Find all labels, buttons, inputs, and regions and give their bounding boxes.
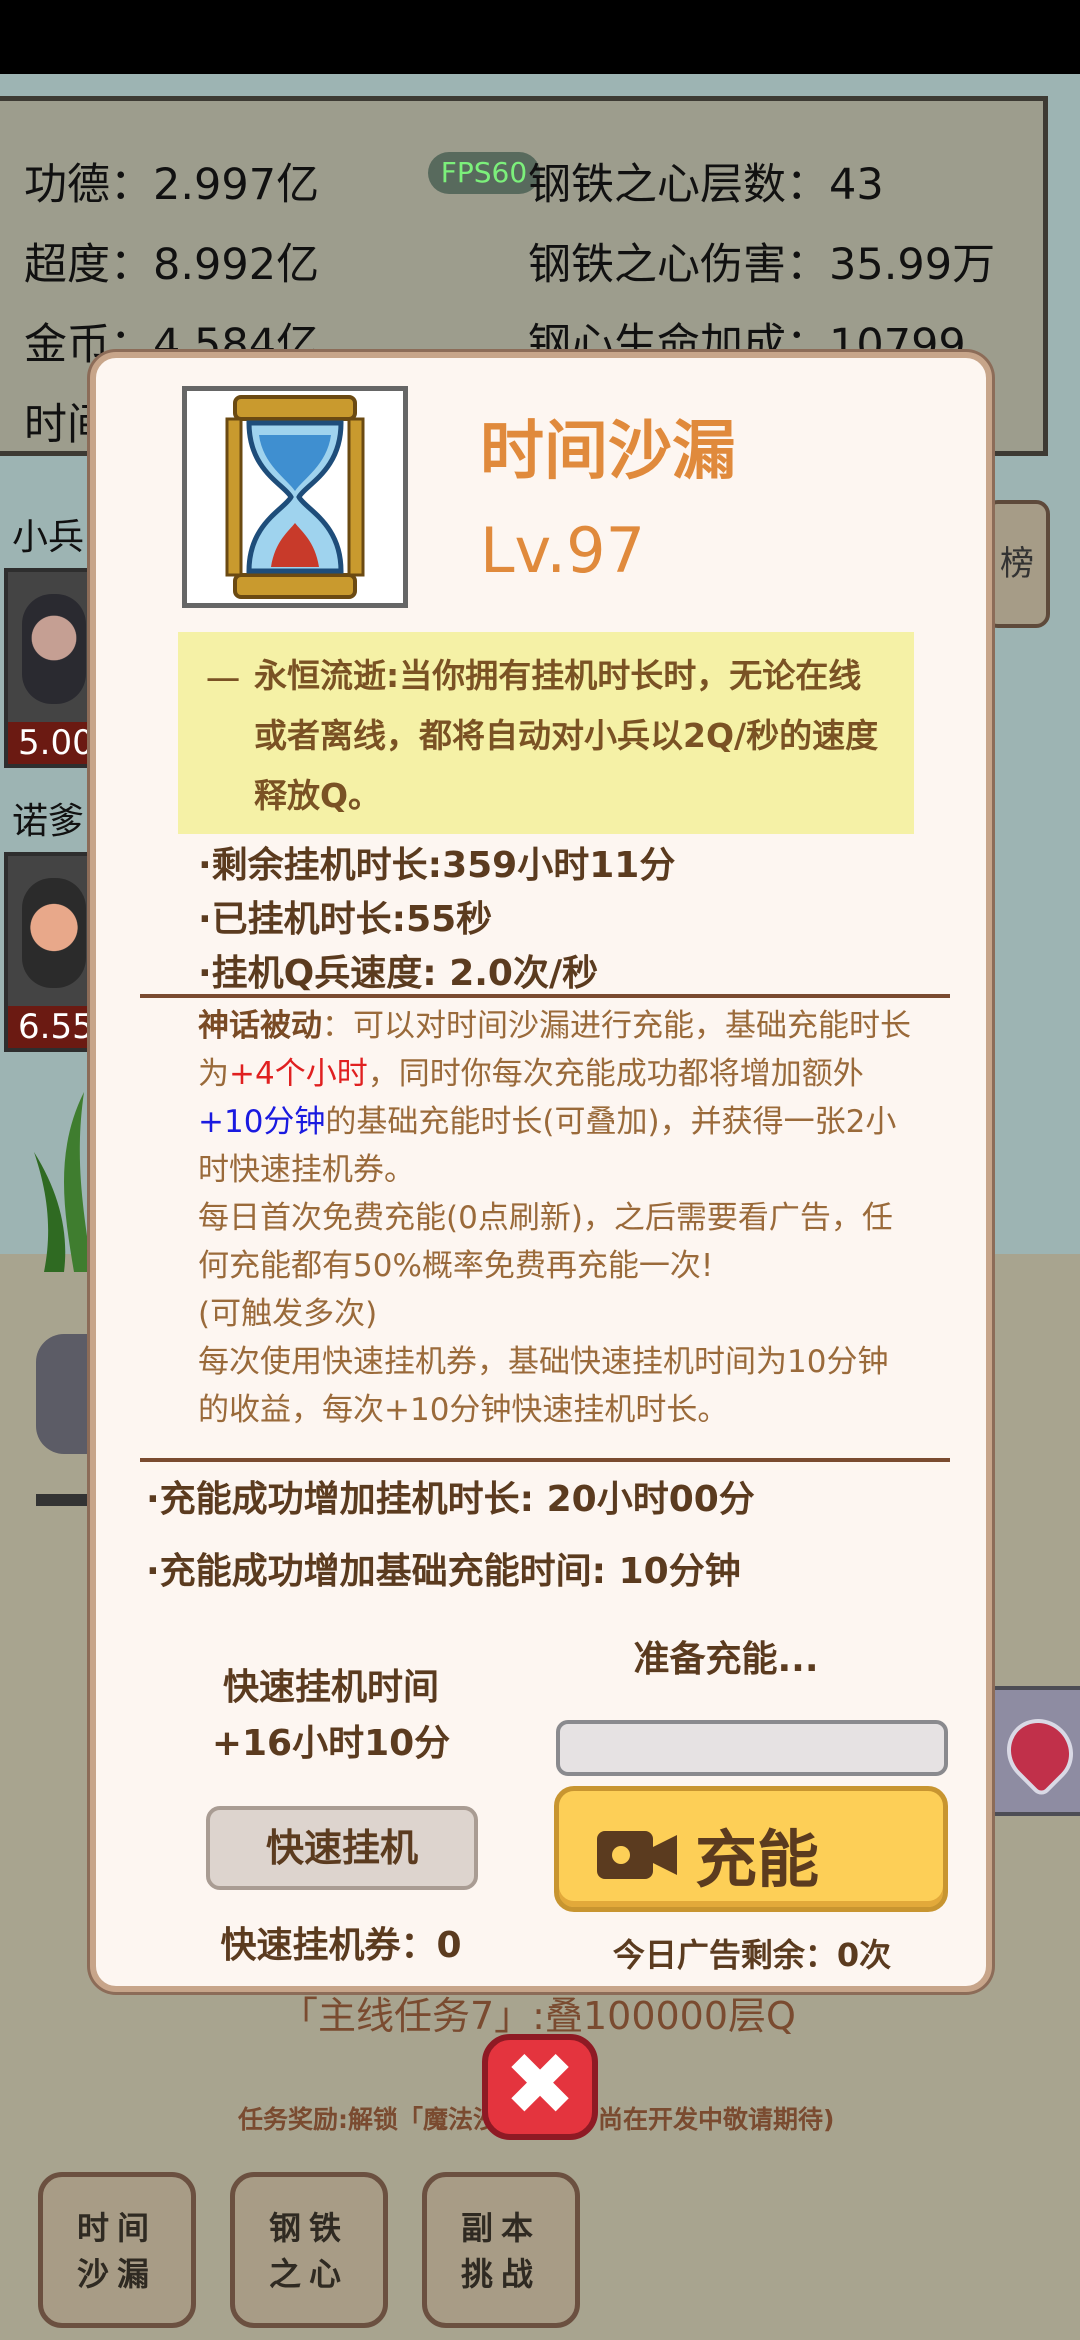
myth-passive-description: 神话被动：可以对时间沙漏进行充能，基础充能时长为+4个小时，同时你每次充能成功都…: [198, 1002, 918, 1434]
charge-status: 准备充能...: [633, 1639, 819, 1680]
nav-label: 之心: [268, 2255, 349, 2293]
desc-quick-ticket: 每次使用快速挂机券，基础快速挂机时间为10分钟的收益，每次+10分钟快速挂机时长…: [198, 1344, 889, 1428]
myth-passive-label: 神话被动: [198, 1008, 322, 1044]
charge-button[interactable]: 充能: [554, 1786, 948, 1912]
hourglass-icon: [182, 386, 408, 608]
skill-bullet: 一: [206, 662, 240, 702]
divider-top: [140, 994, 950, 998]
soldier-value: 5.00: [8, 722, 94, 764]
desc-daily-free: 每日首次免费充能(0点刷新)，之后需要看广告，任何充能都有50%概率免费再充能一…: [198, 1200, 893, 1284]
ads-remaining: 今日广告剩余：0次: [612, 1936, 892, 1974]
charge-button-label: 充能: [695, 1823, 820, 1896]
item-title: 时间沙漏: [480, 415, 736, 489]
nav-steel-heart-button[interactable]: 钢铁 之心: [230, 2172, 388, 2328]
divider-bottom: [140, 1458, 950, 1462]
charge-progress-bar: [556, 1720, 948, 1776]
rank-tab[interactable]: 榜: [984, 500, 1050, 628]
boss-value: 6.55: [8, 1006, 94, 1048]
charge-add-base: ·充能成功增加基础充能时间: 10分钟: [146, 1551, 741, 1592]
video-camera-icon: [597, 1831, 677, 1879]
heart-card[interactable]: [990, 1686, 1080, 1816]
nav-label: 时间: [76, 2209, 157, 2247]
nav-label: 副本: [460, 2209, 541, 2247]
grass-decoration: [34, 1092, 92, 1272]
hp-bar: [36, 1494, 92, 1506]
main-quest: 「主线任务7」:叠100000层Q: [280, 1994, 796, 2038]
soldier-avatar: [22, 594, 86, 704]
nav-hourglass-button[interactable]: 时间 沙漏: [38, 2172, 196, 2328]
soldier-label: 小兵: [12, 517, 85, 558]
nav-label: 钢铁: [268, 2209, 349, 2247]
item-level: Lv.97: [480, 514, 646, 587]
desc-text: ，同时你每次充能成功都将增加额外: [367, 1056, 864, 1092]
boss-avatar: [22, 878, 86, 988]
quick-idle-button[interactable]: 快速挂机: [206, 1806, 478, 1890]
remaining-time: ·剩余挂机时长:359小时11分: [198, 845, 676, 886]
status-bar: [0, 0, 1080, 74]
extra-charge-highlight: +10分钟: [198, 1104, 326, 1140]
quest-reward-text: 任务奖励:解锁「魔法沙: [238, 2105, 498, 2134]
steel-layers-stat: 钢铁之心层数：43: [528, 160, 884, 210]
nav-label: 沙漏: [76, 2255, 157, 2293]
close-button[interactable]: ✖: [482, 2034, 598, 2140]
quick-idle-info: 快速挂机时间 +16小时10分: [196, 1660, 466, 1772]
nav-dungeon-button[interactable]: 副本 挑战: [422, 2172, 580, 2328]
soldier-card[interactable]: 5.00: [4, 568, 94, 768]
skill-box: 一 永恒流逝:当你拥有挂机时长时，无论在线或者离线，都将自动对小兵以2Q/秒的速…: [178, 632, 914, 834]
skill-description: 永恒流逝:当你拥有挂机时长时，无论在线或者离线，都将自动对小兵以2Q/秒的速度释…: [254, 656, 879, 815]
hourglass-dialog: 时间沙漏 Lv.97 一 永恒流逝:当你拥有挂机时长时，无论在线或者离线，都将自…: [90, 352, 992, 1992]
elapsed-time: ·已挂机时长:55秒: [198, 899, 493, 940]
boss-label: 诺爹: [12, 801, 85, 842]
steel-damage-stat: 钢铁之心伤害：35.99万: [528, 240, 996, 290]
boss-card[interactable]: 6.55: [4, 852, 94, 1052]
q-speed: ·挂机Q兵速度: 2.0次/秒: [198, 953, 599, 994]
quick-ticket-count: 快速挂机券：0: [220, 1925, 462, 1966]
transcend-stat: 超度：8.992亿: [24, 240, 320, 290]
fps-counter: FPS60: [428, 152, 540, 194]
nav-label: 挑战: [460, 2255, 541, 2293]
base-charge-highlight: +4个小时: [229, 1056, 368, 1092]
charge-add-time: ·充能成功增加挂机时长: 20小时00分: [146, 1479, 755, 1520]
merit-stat: 功德：2.997亿: [24, 160, 320, 210]
knight-sprite: [36, 1334, 92, 1454]
desc-multi-trigger: (可触发多次): [198, 1296, 378, 1332]
quick-idle-value: +16小时10分: [211, 1723, 451, 1764]
quest-reward-tail: 尚在开发中敬请期待): [598, 2105, 835, 2134]
quick-idle-title: 快速挂机时间: [222, 1667, 439, 1708]
